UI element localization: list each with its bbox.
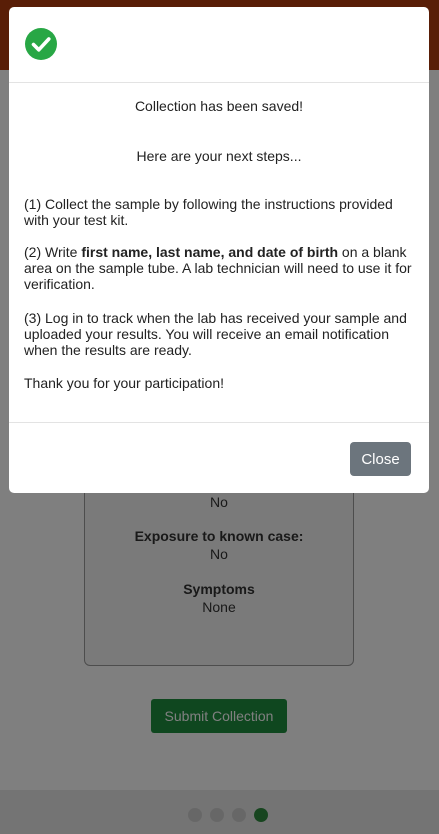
modal-footer: Close (9, 422, 429, 493)
modal-body: Collection has been saved! Here are your… (9, 83, 429, 422)
step-2-prefix: (2) Write (24, 244, 82, 260)
step-1: (1) Collect the sample by following the … (24, 196, 393, 228)
next-steps-heading: Here are your next steps... (136, 148, 302, 164)
thank-you-message: Thank you for your participation! (24, 375, 224, 391)
check-circle-icon (25, 28, 57, 60)
step-2: (2) Write first name, last name, and dat… (24, 244, 414, 292)
confirmation-modal: Collection has been saved! Here are your… (9, 7, 429, 493)
saved-message: Collection has been saved! (134, 98, 304, 114)
modal-header (9, 7, 429, 83)
close-button[interactable]: Close (350, 442, 411, 476)
step-2-emphasis: first name, last name, and date of birth (81, 244, 339, 260)
step-3: (3) Log in to track when the lab has rec… (24, 310, 407, 358)
page: No Exposure to known case: No Symptoms N… (0, 0, 439, 834)
